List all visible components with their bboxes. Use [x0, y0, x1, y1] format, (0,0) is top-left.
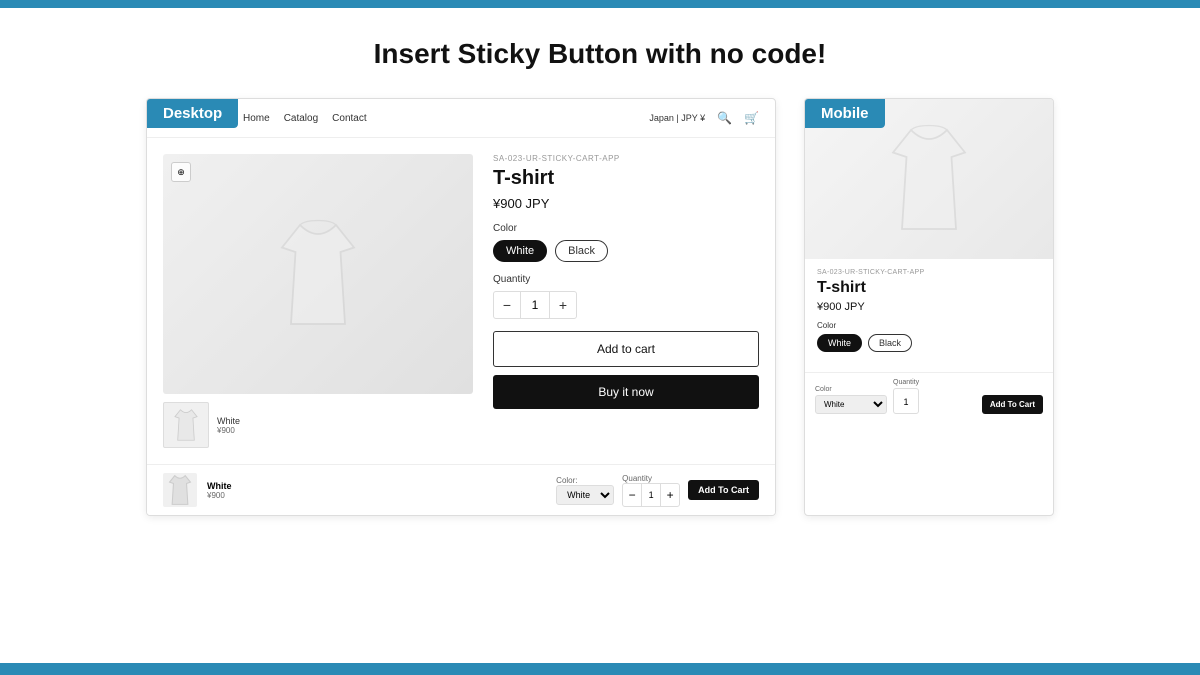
nav-home[interactable]: Home — [243, 113, 270, 124]
qty-increase-btn[interactable]: + — [550, 292, 576, 318]
qty-label: Quantity — [493, 274, 759, 285]
mobile-sticky-color-col: Color White — [815, 386, 887, 414]
mobile-product-name: T-shirt — [817, 279, 1041, 297]
previews-row: Desktop Home Catalog Contact Japan | JPY… — [40, 98, 1160, 516]
mobile-tshirt-svg — [884, 121, 974, 238]
sticky-qty-row: − 1 + — [622, 483, 680, 507]
product-thumb[interactable] — [163, 402, 209, 448]
product-area: ⊕ — [147, 138, 775, 464]
top-bar — [0, 0, 1200, 8]
sticky-product-name: White — [207, 481, 232, 491]
desktop-preview: Desktop Home Catalog Contact Japan | JPY… — [146, 98, 776, 516]
mobile-product-info: SA-023-UR-STICKY-CART-APP T-shirt ¥900 J… — [805, 259, 1053, 372]
color-options: White Black — [493, 240, 759, 262]
mobile-sticky-color-label: Color — [815, 386, 887, 393]
product-name: T-shirt — [493, 167, 759, 190]
mobile-sticky-qty-value: 1 — [893, 388, 919, 414]
buy-now-button[interactable]: Buy it now — [493, 375, 759, 409]
sticky-color-group: Color: White — [556, 476, 614, 505]
mobile-color-white-btn[interactable]: White — [817, 334, 862, 352]
qty-row: − 1 + — [493, 291, 577, 319]
product-info: SA-023-UR-STICKY-CART-APP T-shirt ¥900 J… — [493, 154, 759, 448]
sticky-qty-group: Quantity − 1 + — [622, 474, 680, 507]
thumb-tshirt-svg — [172, 407, 200, 443]
mobile-label: Mobile — [805, 99, 885, 128]
nav-right: Japan | JPY ¥ 🔍 🛒 — [649, 111, 759, 125]
color-label: Color — [493, 223, 759, 234]
mobile-color-black-btn[interactable]: Black — [868, 334, 912, 352]
mobile-sticky-color-select[interactable]: White — [815, 395, 887, 414]
nav-links: Home Catalog Contact — [243, 113, 367, 124]
mobile-sticky-bar: Color White Quantity 1 Add To Cart — [805, 372, 1053, 420]
qty-decrease-btn[interactable]: − — [494, 292, 520, 318]
color-black-btn[interactable]: Black — [555, 240, 608, 262]
sticky-right: Color: White Quantity − 1 + Add To Ca — [556, 474, 759, 507]
product-app-label: SA-023-UR-STICKY-CART-APP — [493, 154, 759, 163]
bottom-bar — [0, 663, 1200, 675]
sticky-qty-increase[interactable]: + — [661, 484, 679, 506]
nav-catalog[interactable]: Catalog — [284, 113, 318, 124]
product-thumb-row: White ¥900 — [163, 402, 473, 448]
product-main-image: ⊕ — [163, 154, 473, 394]
mobile-color-options: White Black — [817, 334, 1041, 352]
sticky-qty-value: 1 — [641, 484, 661, 506]
sticky-thumb — [163, 473, 197, 507]
add-to-cart-button[interactable]: Add to cart — [493, 331, 759, 367]
main-content: Insert Sticky Button with no code! Deskt… — [0, 8, 1200, 663]
mobile-sticky-qty-label: Quantity — [893, 379, 919, 386]
zoom-icon[interactable]: ⊕ — [171, 162, 191, 182]
product-price: ¥900 JPY — [493, 196, 759, 211]
cart-icon[interactable]: 🛒 — [744, 111, 759, 125]
product-image-area: ⊕ — [163, 154, 473, 448]
search-icon[interactable]: 🔍 — [717, 111, 732, 125]
sticky-qty-label: Quantity — [622, 474, 680, 483]
nav-contact[interactable]: Contact — [332, 113, 366, 124]
shop-nav: Home Catalog Contact Japan | JPY ¥ 🔍 🛒 — [147, 99, 775, 138]
mobile-price: ¥900 JPY — [817, 301, 1041, 313]
sticky-add-to-cart-btn[interactable]: Add To Cart — [688, 480, 759, 500]
qty-value: 1 — [520, 292, 550, 318]
page-title: Insert Sticky Button with no code! — [374, 38, 827, 70]
color-white-btn[interactable]: White — [493, 240, 547, 262]
sticky-bar: White ¥900 Color: White Quantity − — [147, 464, 775, 515]
nav-region[interactable]: Japan | JPY ¥ — [649, 113, 705, 123]
thumb-price: ¥900 — [217, 426, 240, 435]
sticky-color-select[interactable]: White — [556, 485, 614, 505]
mobile-color-label: Color — [817, 321, 1041, 330]
mobile-sticky-atc-btn[interactable]: Add To Cart — [982, 395, 1043, 414]
tshirt-svg — [273, 216, 363, 333]
sticky-color-label: Color: — [556, 476, 614, 485]
sticky-info: White ¥900 — [207, 481, 232, 500]
thumb-name: White — [217, 416, 240, 426]
sticky-price: ¥900 — [207, 491, 232, 500]
mobile-app-label: SA-023-UR-STICKY-CART-APP — [817, 269, 1041, 276]
mobile-sticky-qty-col: Quantity 1 — [893, 379, 919, 414]
mobile-preview: Mobile ⊕ SA-023-UR-STICKY-CART-APP T-shi… — [804, 98, 1054, 516]
sticky-qty-decrease[interactable]: − — [623, 484, 641, 506]
thumb-info: White ¥900 — [217, 416, 240, 435]
sticky-thumb-svg — [163, 473, 197, 507]
desktop-label: Desktop — [147, 99, 238, 128]
